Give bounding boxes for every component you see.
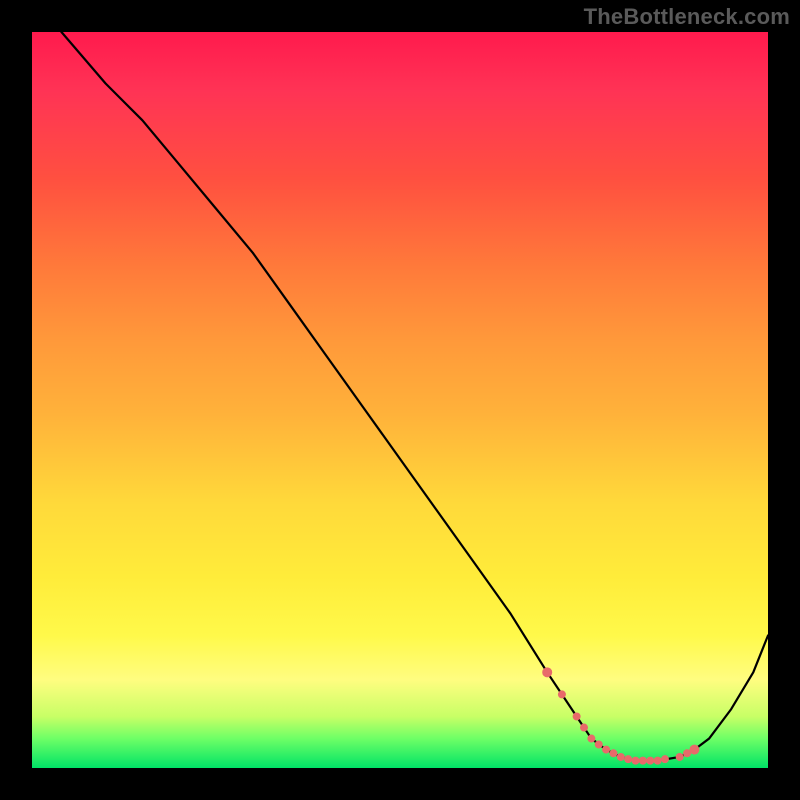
flat-region-markers	[542, 667, 699, 764]
marker-dot	[573, 712, 581, 720]
marker-dot	[580, 724, 588, 732]
marker-dot	[646, 757, 654, 765]
marker-dot	[689, 745, 699, 755]
marker-dot	[654, 757, 662, 765]
chart-plot-area	[32, 32, 768, 768]
marker-dot	[639, 757, 647, 765]
marker-dot	[602, 746, 610, 754]
marker-dot	[558, 690, 566, 698]
marker-dot	[617, 753, 625, 761]
bottleneck-curve-path	[61, 32, 768, 761]
marker-dot	[542, 667, 552, 677]
bottleneck-curve-svg	[32, 32, 768, 768]
watermark-label: TheBottleneck.com	[584, 4, 790, 30]
marker-dot	[661, 755, 669, 763]
marker-dot	[676, 753, 684, 761]
marker-dot	[609, 749, 617, 757]
marker-dot	[587, 735, 595, 743]
marker-dot	[624, 755, 632, 763]
marker-dot	[595, 740, 603, 748]
marker-dot	[632, 757, 640, 765]
